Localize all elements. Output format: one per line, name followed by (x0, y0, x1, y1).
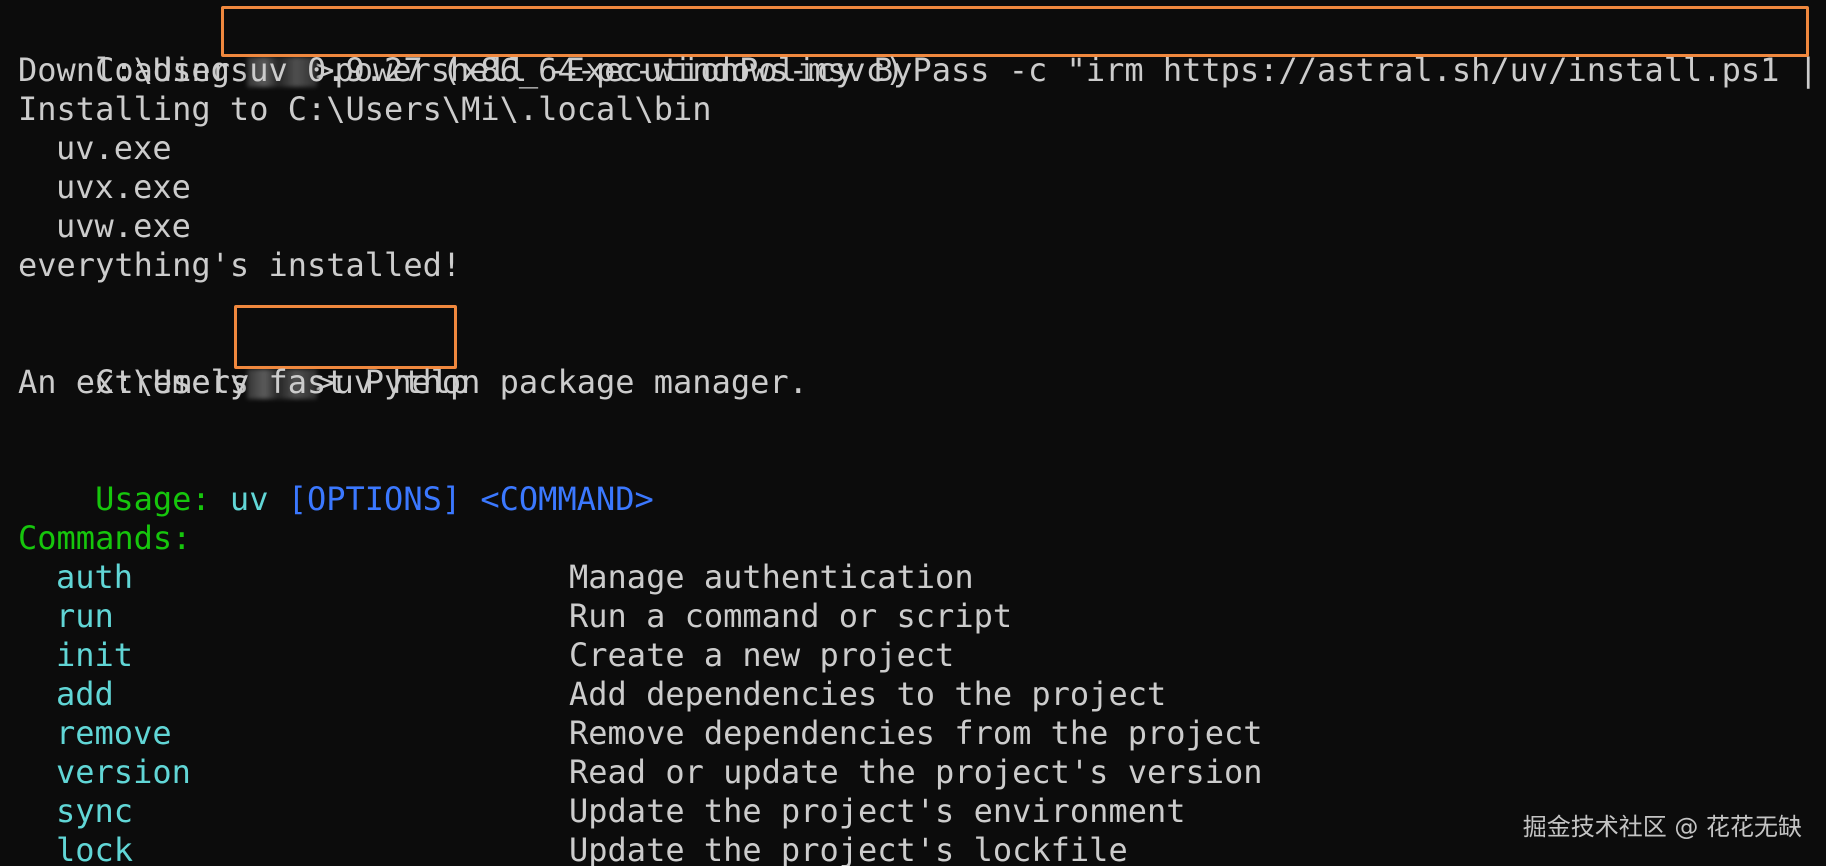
usage-line: Usage: uv [OPTIONS] <COMMAND> (18, 441, 654, 518)
commands-heading: Commands: (18, 519, 192, 557)
install-command-highlight-box (221, 6, 1809, 57)
help-tagline: An extremely fast Python package manager… (18, 363, 808, 401)
usage-label: Usage: (95, 480, 211, 518)
command-desc: Add dependencies to the project (569, 675, 1167, 713)
command-name: init (56, 636, 134, 674)
output-line: Installing to C:\Users\Mi\.local\bin (18, 90, 712, 128)
command-name: lock (56, 831, 134, 866)
usage-command: <COMMAND> (480, 480, 654, 518)
terminal-window[interactable]: C:\Users >powershell -ExecutionPolicy ByP… (0, 0, 1826, 866)
output-line: uvw.exe (56, 207, 191, 245)
command-name: run (56, 597, 114, 635)
help-command-highlight-box (234, 305, 457, 369)
output-line: everything's installed! (18, 246, 462, 284)
command-name: add (56, 675, 114, 713)
command-name: version (56, 753, 191, 791)
command-desc: Read or update the project's version (569, 753, 1263, 791)
command-name: sync (56, 792, 134, 830)
usage-options: [OPTIONS] (287, 480, 462, 518)
command-desc: Manage authentication (569, 558, 974, 596)
command-desc: Remove dependencies from the project (569, 714, 1263, 752)
output-line: Downloading uv 0.9.27 (x86_64-pc-windows… (18, 51, 905, 89)
usage-prog: uv (229, 480, 269, 518)
watermark: 掘金技术社区 @ 花花无缺 (1522, 813, 1802, 841)
command-desc: Create a new project (569, 636, 955, 674)
output-line: uv.exe (56, 129, 172, 167)
command-desc: Update the project's environment (569, 792, 1186, 830)
command-name: remove (56, 714, 172, 752)
output-line: uvx.exe (56, 168, 191, 206)
command-name: auth (56, 558, 134, 596)
command-desc: Update the project's lockfile (569, 831, 1128, 866)
command-desc: Run a command or script (569, 597, 1013, 635)
